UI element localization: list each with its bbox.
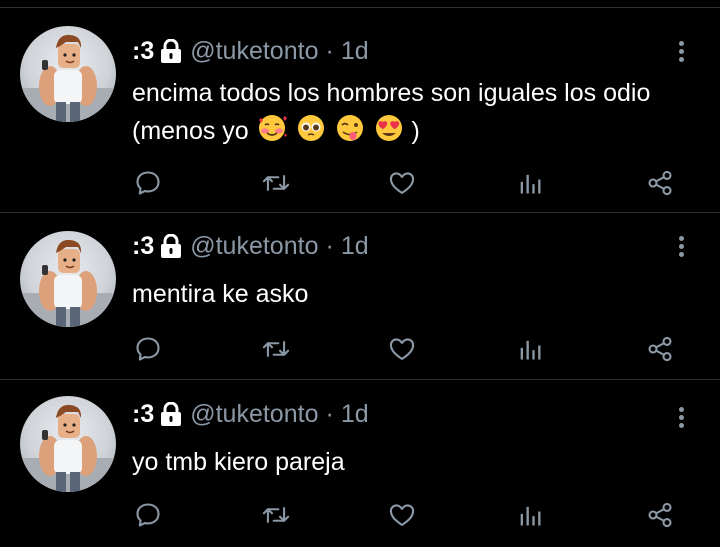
heart-icon[interactable]	[386, 499, 418, 531]
display-name[interactable]: :3	[132, 400, 154, 429]
tweet[interactable]: :3 @tuketonto · 1d mentira ke asko	[0, 213, 720, 380]
tweet-header: :3 @tuketonto · 1d	[132, 36, 369, 66]
tweet-text: encima todos los hombres son iguales los…	[132, 74, 692, 154]
tweet-header: :3 @tuketonto · 1d	[132, 231, 369, 261]
tweet[interactable]: :3 @tuketonto · 1d yo tmb kiero pareja	[0, 380, 720, 547]
avatar[interactable]	[20, 396, 116, 492]
analytics-icon[interactable]	[514, 499, 546, 531]
lock-icon	[160, 234, 182, 258]
tweet[interactable]: :3 @tuketonto · 1d encima todos los homb…	[0, 8, 720, 213]
tweet-text: mentira ke asko	[132, 275, 692, 313]
zany-face-emoji	[334, 113, 366, 154]
separator: ·	[325, 36, 334, 65]
analytics-icon[interactable]	[514, 167, 546, 199]
avatar[interactable]	[20, 26, 116, 122]
tweet-text-line: encima todos los hombres son iguales los…	[132, 79, 651, 107]
text-fragment: (menos yo	[132, 117, 249, 145]
handle[interactable]: @tuketonto	[190, 232, 318, 261]
more-vertical-icon[interactable]	[675, 231, 687, 261]
display-name[interactable]: :3	[132, 232, 154, 261]
lock-icon	[160, 402, 182, 426]
tweet-text-line: mentira ke asko	[132, 280, 309, 308]
avatar[interactable]	[20, 231, 116, 327]
retweet-icon[interactable]	[260, 167, 292, 199]
separator: ·	[325, 399, 334, 428]
comment-icon[interactable]	[132, 167, 164, 199]
retweet-icon[interactable]	[260, 333, 292, 365]
heart-eyes-emoji	[373, 113, 405, 154]
timestamp[interactable]: 1d	[341, 232, 369, 261]
display-name[interactable]: :3	[132, 37, 154, 66]
handle[interactable]: @tuketonto	[190, 400, 318, 429]
more-vertical-icon[interactable]	[675, 402, 687, 432]
separator: ·	[325, 231, 334, 260]
heart-icon[interactable]	[386, 333, 418, 365]
tweet-header: :3 @tuketonto · 1d	[132, 399, 369, 429]
comment-icon[interactable]	[132, 499, 164, 531]
heart-icon[interactable]	[386, 167, 418, 199]
analytics-icon[interactable]	[514, 333, 546, 365]
pleading-face-emoji	[295, 113, 327, 154]
lock-icon	[160, 39, 182, 63]
timestamp[interactable]: 1d	[341, 400, 369, 429]
retweet-icon[interactable]	[260, 499, 292, 531]
share-icon[interactable]	[644, 333, 676, 365]
comment-icon[interactable]	[132, 333, 164, 365]
timestamp[interactable]: 1d	[341, 37, 369, 66]
share-icon[interactable]	[644, 167, 676, 199]
tweet-text-line: (menos yo )	[132, 112, 692, 154]
text-fragment: )	[411, 117, 420, 145]
share-icon[interactable]	[644, 499, 676, 531]
tweet-text-line: yo tmb kiero pareja	[132, 448, 345, 476]
smiling-face-with-hearts-emoji	[256, 113, 288, 154]
handle[interactable]: @tuketonto	[190, 37, 318, 66]
tweet-text: yo tmb kiero pareja	[132, 443, 692, 481]
tweet-actions	[0, 167, 720, 199]
tweet-actions	[0, 499, 720, 531]
more-vertical-icon[interactable]	[675, 36, 687, 66]
tweet-actions	[0, 333, 720, 365]
